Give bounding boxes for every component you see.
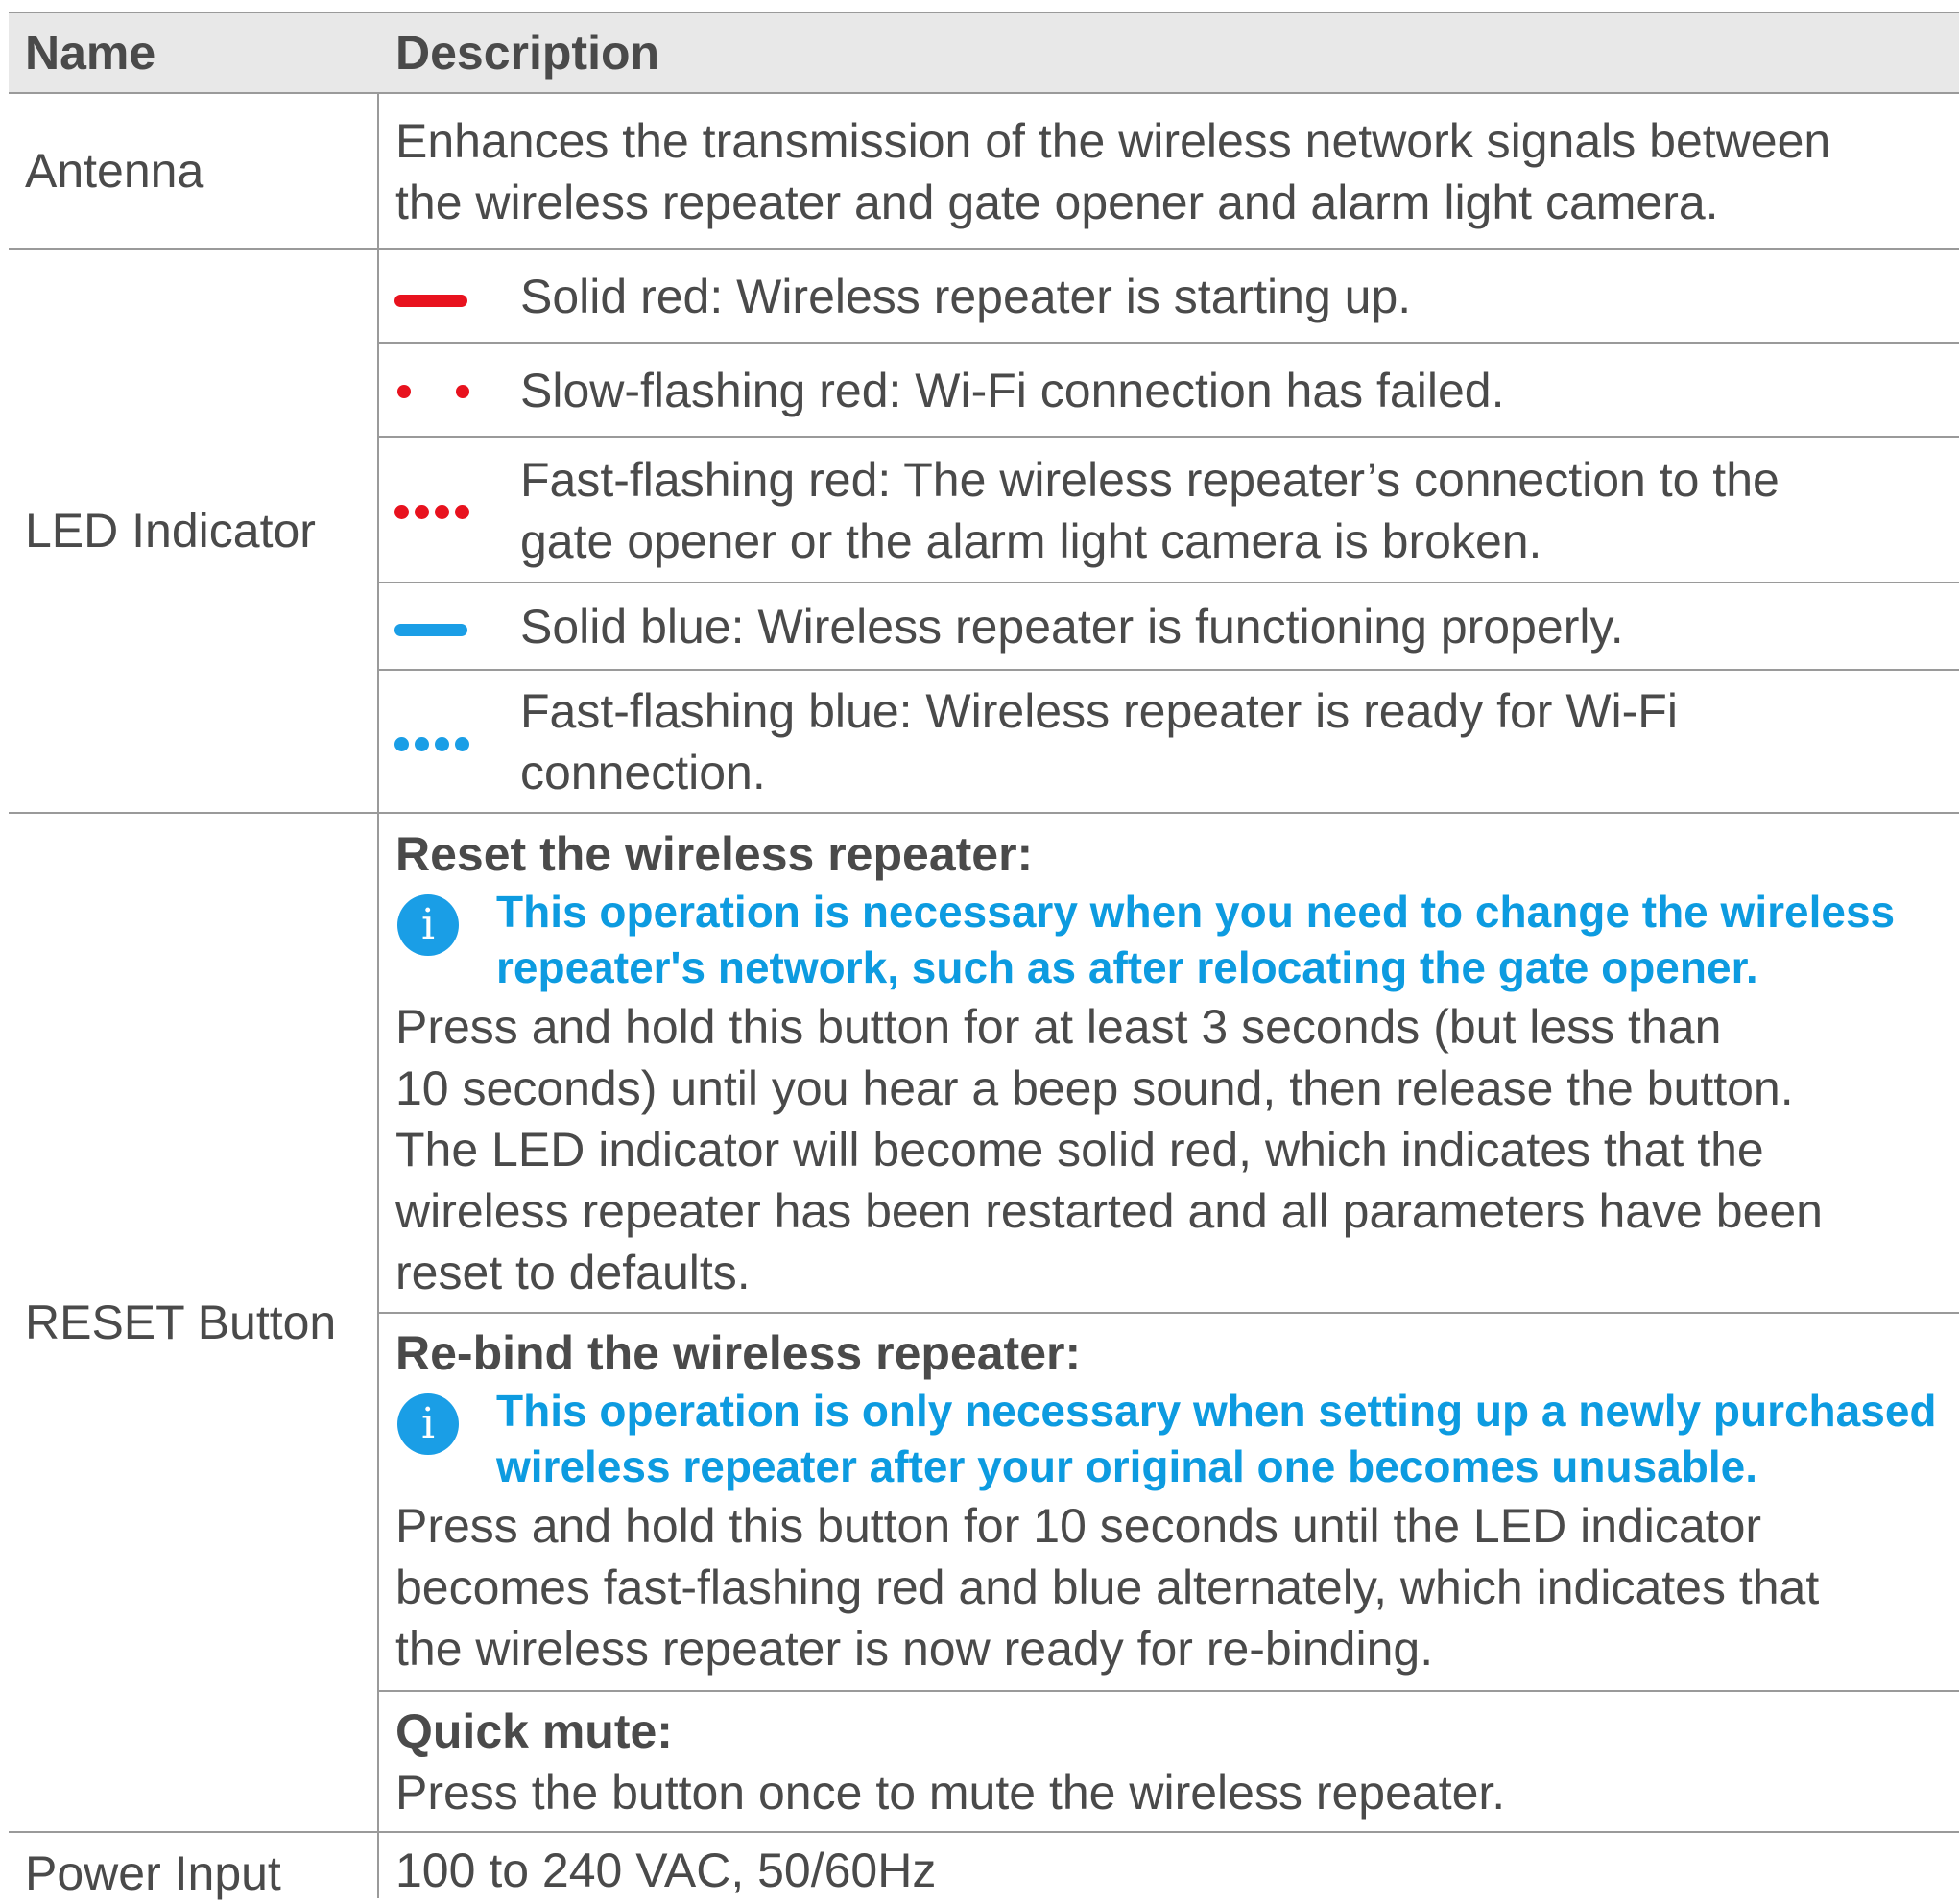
rebind-body-line-3: the wireless repeater is now ready for r…: [395, 1622, 1434, 1676]
antenna-desc-line-2: the wireless repeater and gate opener an…: [395, 176, 1719, 229]
mute-body: Press the button once to mute the wirele…: [395, 1766, 1506, 1820]
info-icon: i: [397, 894, 459, 956]
reset-body-line-2: 10 seconds) until you hear a beep sound,…: [395, 1061, 1794, 1115]
reset-note-line-2: repeater's network, such as after reloca…: [496, 942, 1758, 992]
solid-blue-led-icon: [394, 624, 467, 636]
divider: [378, 1312, 1959, 1314]
rebind-note-line-2: wireless repeater after your original on…: [496, 1441, 1758, 1491]
divider: [9, 248, 1959, 250]
fast-flash-blue-dot-icon: [415, 737, 429, 751]
divider: [378, 436, 1959, 438]
reset-body-line-1: Press and hold this button for at least …: [395, 1000, 1722, 1054]
row-name-antenna: Antenna: [25, 144, 204, 198]
reset-note-line-1: This operation is necessary when you nee…: [496, 887, 1896, 937]
fast-flash-blue-dot-icon: [435, 737, 449, 751]
led-state-fast-flashing-blue-line-1: Fast-flashing blue: Wireless repeater is…: [520, 684, 1678, 738]
fast-flash-blue-dot-icon: [394, 737, 409, 751]
divider: [9, 12, 1959, 13]
fast-flash-red-dot-icon: [415, 505, 429, 519]
rebind-body-line-2: becomes fast-flashing red and blue alter…: [395, 1560, 1820, 1614]
led-state-solid-blue: Solid blue: Wireless repeater is functio…: [520, 600, 1624, 654]
solid-red-led-icon: [394, 295, 467, 307]
divider: [9, 812, 1959, 814]
fast-flash-red-dot-icon: [394, 505, 409, 519]
fast-flash-red-dot-icon: [455, 505, 469, 519]
specification-table: Name Description Antenna Enhances the tr…: [9, 0, 1959, 1900]
row-name-led-indicator: LED Indicator: [25, 504, 316, 558]
led-state-fast-flashing-blue-line-2: connection.: [520, 746, 766, 799]
slow-flash-red-dot-icon: [456, 385, 469, 398]
mute-title: Quick mute:: [395, 1704, 673, 1758]
divider: [378, 1690, 1959, 1692]
info-icon: i: [397, 1393, 459, 1455]
fast-flash-blue-dot-icon: [455, 737, 469, 751]
fast-flash-red-dot-icon: [435, 505, 449, 519]
row-name-power-input: Power Input: [25, 1846, 281, 1900]
reset-body-line-3: The LED indicator will become solid red,…: [395, 1123, 1764, 1177]
divider: [378, 582, 1959, 583]
rebind-body-line-1: Press and hold this button for 10 second…: [395, 1499, 1762, 1553]
divider: [378, 342, 1959, 344]
row-name-reset-button: RESET Button: [25, 1296, 337, 1349]
table-header: [9, 13, 1959, 93]
reset-body-line-5: reset to defaults.: [395, 1246, 751, 1299]
led-state-solid-red: Solid red: Wireless repeater is starting…: [520, 270, 1412, 323]
power-input-value: 100 to 240 VAC, 50/60Hz: [395, 1844, 937, 1897]
rebind-title: Re-bind the wireless repeater:: [395, 1326, 1082, 1380]
column-divider: [377, 93, 379, 1898]
rebind-note-line-1: This operation is only necessary when se…: [496, 1386, 1937, 1436]
slow-flash-red-dot-icon: [397, 385, 411, 398]
divider: [9, 1831, 1959, 1833]
led-state-slow-flashing-red: Slow-flashing red: Wi-Fi connection has …: [520, 364, 1505, 417]
led-state-fast-flashing-red-line-1: Fast-flashing red: The wireless repeater…: [520, 453, 1780, 507]
reset-title: Reset the wireless repeater:: [395, 827, 1034, 881]
divider: [378, 669, 1959, 671]
header-name: Name: [25, 26, 156, 80]
divider: [9, 92, 1959, 94]
reset-body-line-4: wireless repeater has been restarted and…: [395, 1184, 1823, 1238]
antenna-desc-line-1: Enhances the transmission of the wireles…: [395, 114, 1831, 168]
led-state-fast-flashing-red-line-2: gate opener or the alarm light camera is…: [520, 514, 1542, 568]
header-description: Description: [395, 26, 660, 80]
